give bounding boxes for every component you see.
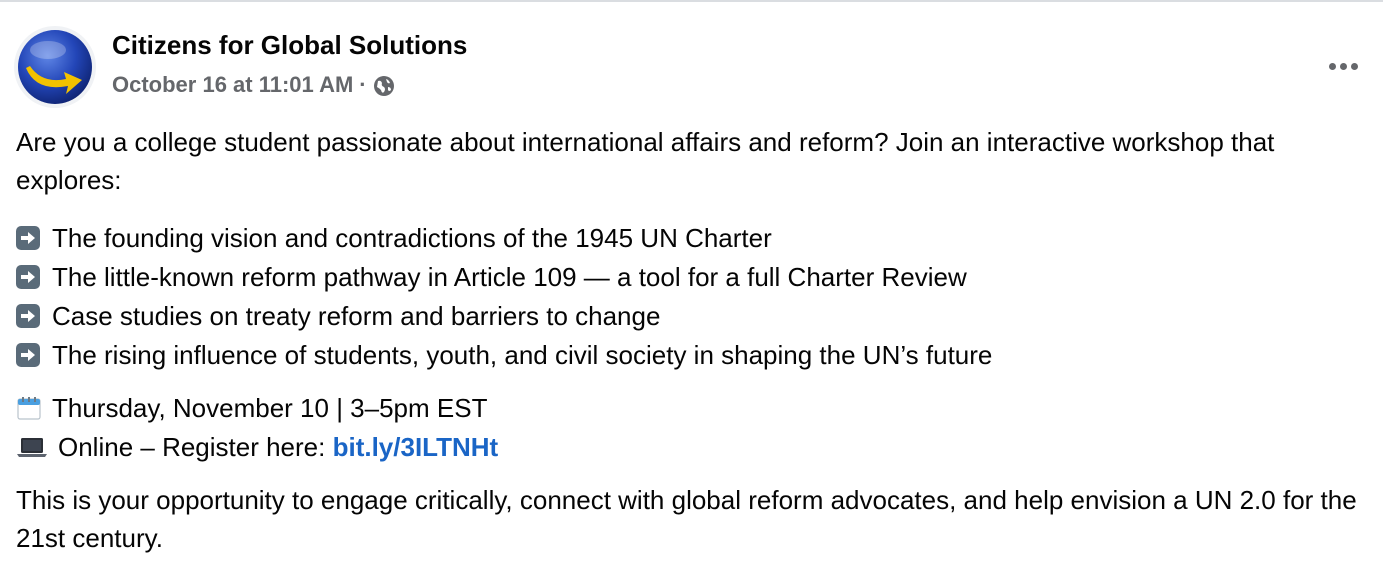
more-dot [1339,62,1347,70]
topic-list: The founding vision and contradictions o… [16,219,1366,375]
right-arrow-icon [16,265,40,289]
globe-icon[interactable] [373,75,395,97]
right-arrow-icon [16,304,40,328]
avatar-logo-icon [18,30,92,104]
right-arrow-icon [16,343,40,367]
post-header: Citizens for Global Solutions October 16… [14,26,1369,110]
list-item: The founding vision and contradictions o… [16,219,1366,258]
event-location-prefix: Online – Register here: [58,432,333,462]
meta-separator: · [359,72,367,97]
event-date: Thursday, November 10 | 3–5pm EST [52,393,488,423]
event-date-line: Thursday, November 10 | 3–5pm EST [16,389,1366,428]
register-link[interactable]: bit.ly/3ILTNHt [333,432,499,462]
list-item-text: Case studies on treaty reform and barrie… [52,301,661,331]
calendar-icon [16,393,42,420]
post-closing: This is your opportunity to engage criti… [16,485,1357,553]
list-item-text: The rising influence of students, youth,… [52,340,993,370]
event-location-line: Online – Register here: bit.ly/3ILTNHt [16,428,1366,467]
post-intro: Are you a college student passionate abo… [16,127,1275,195]
more-dot [1328,62,1336,70]
list-item: The little-known reform pathway in Artic… [16,258,1366,297]
post-timestamp[interactable]: October 16 at 11:01 AM [112,72,353,98]
post-meta: October 16 at 11:01 AM · [112,72,395,98]
page-avatar[interactable] [14,26,96,108]
list-item: The rising influence of students, youth,… [16,336,1366,375]
more-options-button[interactable] [1323,48,1363,84]
list-item-text: The founding vision and contradictions o… [52,223,772,253]
more-dot [1350,62,1358,70]
author-name[interactable]: Citizens for Global Solutions [112,30,467,61]
laptop-icon [16,431,48,457]
facebook-post: Citizens for Global Solutions October 16… [0,0,1383,568]
right-arrow-icon [16,226,40,250]
post-body: Are you a college student passionate abo… [16,123,1366,557]
list-item: Case studies on treaty reform and barrie… [16,297,1366,336]
top-divider [0,0,1383,2]
list-item-text: The little-known reform pathway in Artic… [52,262,967,292]
event-details: Thursday, November 10 | 3–5pm EST Online… [16,389,1366,467]
